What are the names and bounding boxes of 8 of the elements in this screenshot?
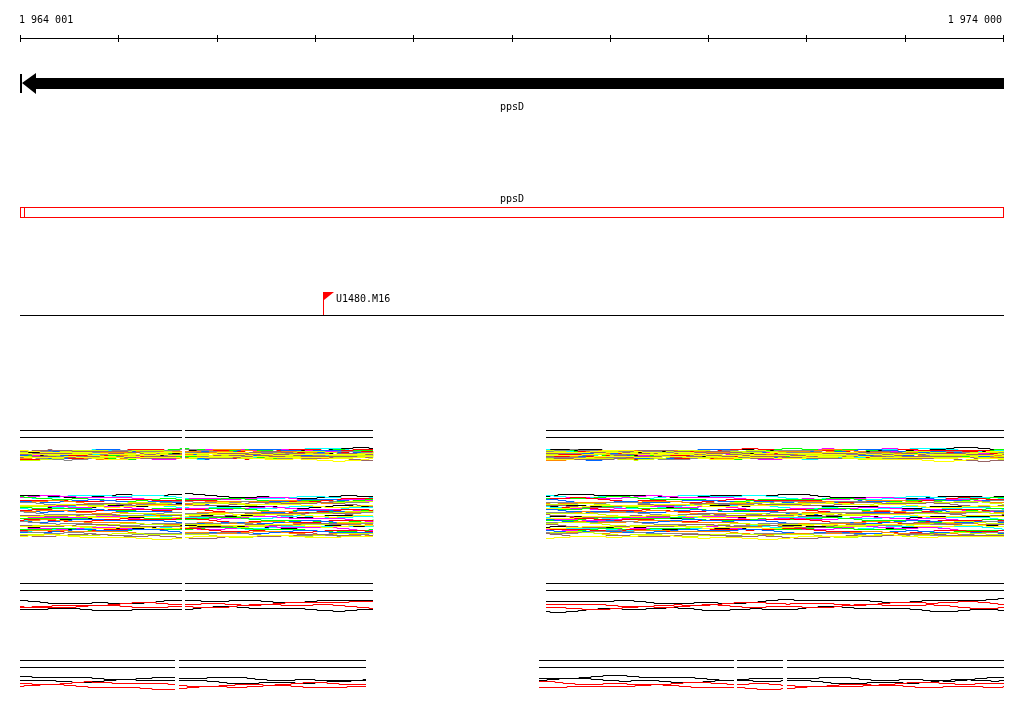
- gene-label: ppsD: [499, 101, 525, 112]
- ruler-start-label: 1 964 001: [19, 14, 74, 25]
- feature-bar[interactable]: [20, 207, 1004, 218]
- flag-icon[interactable]: [323, 291, 334, 316]
- feature-label: ppsD: [499, 193, 525, 204]
- gene-arrow[interactable]: [20, 73, 1004, 94]
- marker-label: U1480.M16: [336, 293, 391, 304]
- ruler-end-label: 1 974 000: [947, 14, 1002, 25]
